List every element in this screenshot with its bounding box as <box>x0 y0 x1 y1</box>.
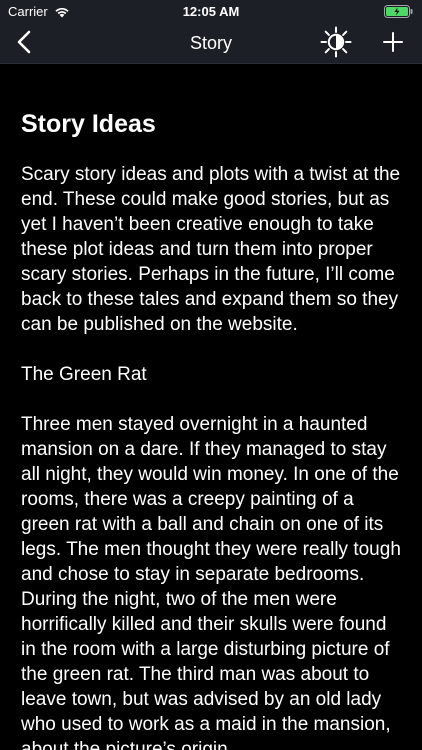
story-title: Story Ideas <box>21 110 156 138</box>
plus-icon <box>382 31 404 58</box>
story-section-heading: The Green Rat <box>21 364 147 385</box>
navigation-bar: Story <box>0 24 422 64</box>
status-time: 12:05 AM <box>182 4 240 19</box>
add-button[interactable] <box>376 27 410 61</box>
brightness-icon <box>319 26 353 63</box>
nav-title: Story <box>189 33 232 53</box>
story-content[interactable]: Story Ideas Scary story ideas and plots … <box>0 64 422 750</box>
story-intro-paragraph: Scary story ideas and plots with a twist… <box>21 164 401 335</box>
status-bar: Carrier 12:05 AM <box>0 0 422 24</box>
story-section-body: Three men stayed overnight in a haunted … <box>21 414 401 750</box>
status-right <box>384 5 414 18</box>
brightness-button[interactable] <box>318 26 354 63</box>
battery-icon <box>384 5 414 18</box>
